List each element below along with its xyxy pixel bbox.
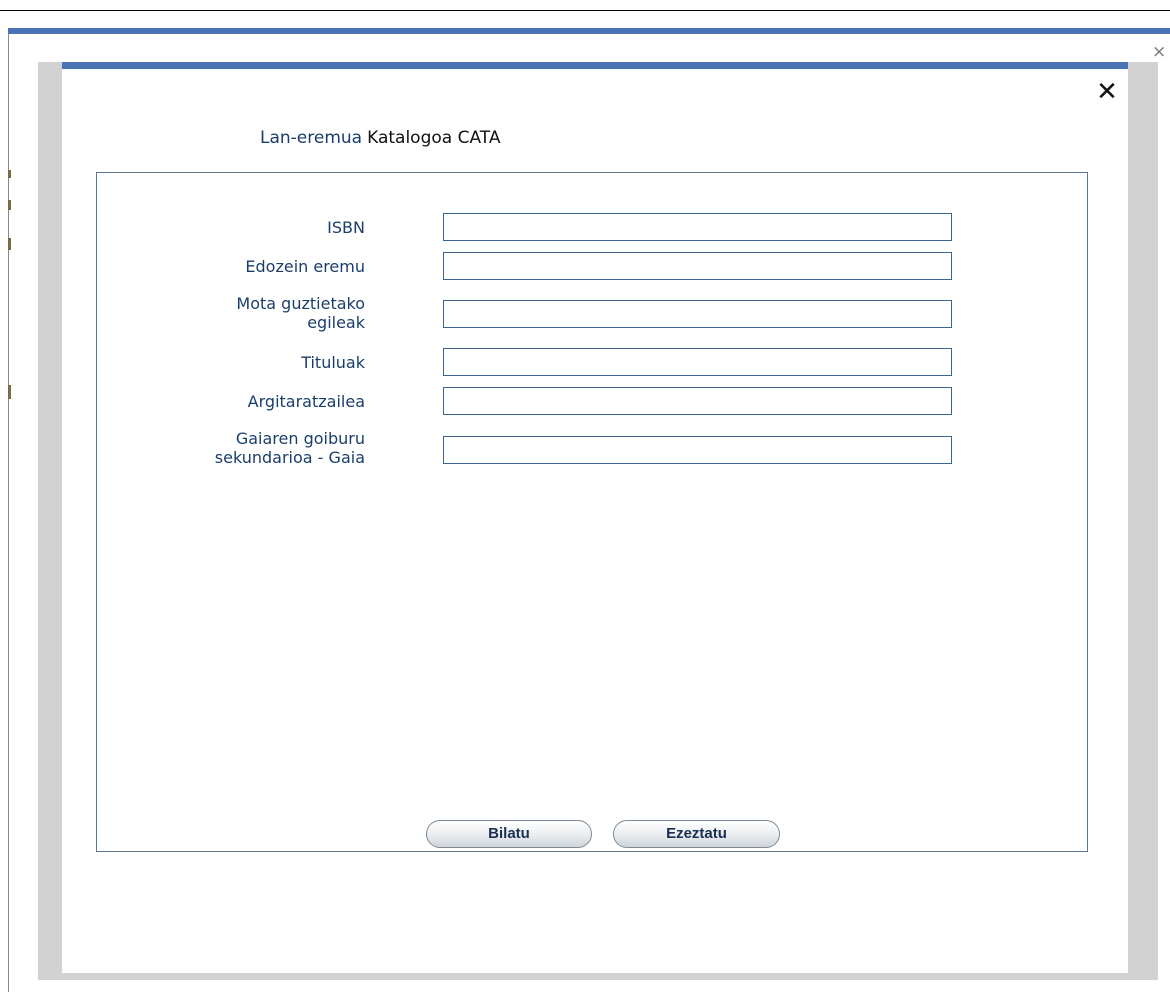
isbn-label: ISBN: [327, 218, 365, 237]
page: × ✕ Lan-eremua Katalogoa CATA ISBN Edozei…: [0, 0, 1170, 992]
workspace-line: Lan-eremua Katalogoa CATA: [260, 128, 500, 148]
subject-label-line2: sekundarioa - Gaia: [214, 448, 365, 467]
subject-label-line1: Gaiaren goiburu: [235, 429, 365, 448]
subject-label: Gaiaren goiburu sekundarioa - Gaia: [215, 429, 365, 467]
left-edge-marker: [8, 238, 11, 250]
workspace-label: Lan-eremua: [260, 128, 363, 148]
search-button[interactable]: Bilatu: [426, 820, 592, 848]
background-close-icon[interactable]: ×: [1152, 44, 1166, 61]
authors-label: Mota guztietako egileak: [236, 294, 365, 332]
background-window-titlebar: [8, 28, 1170, 34]
close-icon[interactable]: ✕: [1094, 79, 1120, 105]
titles-label: Tituluak: [301, 353, 365, 372]
search-fields-panel: ISBN Edozein eremu Mota guztietako egile…: [96, 172, 1088, 852]
authors-input[interactable]: [443, 300, 952, 328]
publisher-input[interactable]: [443, 387, 952, 415]
publisher-label: Argitaratzailea: [247, 392, 365, 411]
left-edge-marker: [8, 170, 11, 178]
cancel-button[interactable]: Ezeztatu: [613, 820, 780, 848]
left-edge-marker: [8, 200, 11, 210]
titles-input[interactable]: [443, 348, 952, 376]
top-divider: [0, 10, 1170, 11]
workspace-value: Katalogoa CATA: [367, 128, 501, 148]
any-field-input[interactable]: [443, 252, 952, 280]
left-edge-marker: [8, 385, 11, 399]
subject-input[interactable]: [443, 436, 952, 464]
authors-label-line1: Mota guztietako: [236, 294, 365, 313]
search-dialog: ✕ Lan-eremua Katalogoa CATA ISBN Edozein …: [62, 62, 1128, 973]
dialog-titlebar: [62, 62, 1128, 69]
authors-label-line2: egileak: [307, 313, 365, 332]
isbn-input[interactable]: [443, 213, 952, 241]
any-field-label: Edozein eremu: [245, 257, 365, 276]
